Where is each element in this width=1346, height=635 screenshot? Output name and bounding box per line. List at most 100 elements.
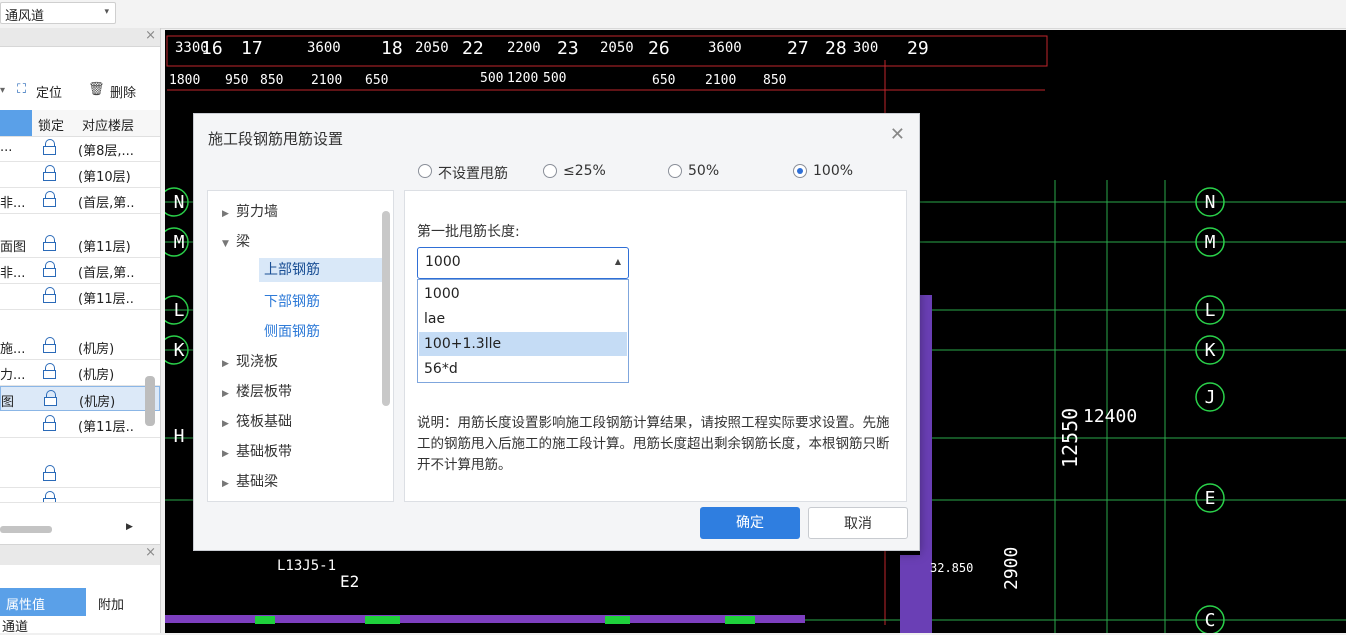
top-toolbar: 通风道 ▾ bbox=[0, 0, 1346, 29]
table-row[interactable]: 施... (机房) bbox=[0, 334, 160, 360]
lock-icon[interactable] bbox=[42, 234, 58, 252]
chevron-down-icon[interactable]: ▾ bbox=[0, 85, 5, 96]
radio-dot[interactable] bbox=[418, 164, 432, 178]
axis-label: 16 bbox=[201, 38, 223, 59]
lock-icon[interactable] bbox=[42, 490, 58, 502]
axis-label: E bbox=[1205, 488, 1216, 509]
locate-icon[interactable]: ⛶ bbox=[17, 82, 26, 97]
tree-item-top-rebar[interactable]: 上部钢筋 bbox=[259, 258, 382, 282]
property-extra-header: 附加 bbox=[98, 598, 125, 613]
dim-3600b: 3600 bbox=[708, 40, 742, 56]
axis-label: M bbox=[174, 232, 185, 253]
tree-node-floor-strip[interactable]: ▶ 楼层板带 bbox=[222, 381, 292, 401]
axis-label: 26 bbox=[648, 38, 670, 59]
axis-label: 27 bbox=[787, 38, 809, 59]
table-row[interactable]: 面图 (第11层) bbox=[0, 232, 160, 258]
axis-label: C bbox=[1205, 610, 1216, 631]
tree-scrollbar[interactable] bbox=[382, 211, 390, 406]
property-value[interactable]: 通道 bbox=[2, 616, 28, 635]
dropdown-option[interactable]: lae bbox=[419, 307, 627, 331]
axis-label: 22 bbox=[462, 38, 484, 59]
lock-icon[interactable] bbox=[42, 414, 58, 432]
beam-tag: E2 bbox=[340, 572, 359, 591]
lock-icon[interactable] bbox=[42, 138, 58, 156]
table-row[interactable]: ... (第8层,... bbox=[0, 136, 160, 162]
caret-right-icon[interactable]: ▶ bbox=[222, 359, 236, 369]
description-note: 说明：用筋长度设置影响施工段钢筋计算结果，请按照工程实际要求设置。先施工的钢筋甩… bbox=[417, 415, 890, 473]
lock-icon[interactable] bbox=[42, 336, 58, 354]
caret-right-icon[interactable]: ▶ bbox=[222, 389, 236, 399]
layer-combobox-value: 通风道 bbox=[5, 9, 45, 24]
lock-icon[interactable] bbox=[42, 362, 58, 380]
table-row[interactable] bbox=[0, 488, 160, 503]
cancel-button[interactable]: 取消 bbox=[808, 507, 908, 539]
settings-panel: 第一批甩筋长度: 1000 ▲ 1000 lae 100+1.3lle 56*d… bbox=[404, 190, 907, 502]
length-dropdown-list: 1000 lae 100+1.3lle 56*d bbox=[417, 279, 629, 383]
trash-icon[interactable]: 🗑 bbox=[88, 82, 105, 97]
vertical-scrollbar[interactable] bbox=[145, 376, 155, 426]
layer-combobox[interactable]: 通风道 ▾ bbox=[0, 2, 116, 24]
lock-icon[interactable] bbox=[42, 286, 58, 304]
caret-right-icon[interactable]: ▶ bbox=[222, 479, 236, 489]
close-icon[interactable]: ✕ bbox=[890, 124, 905, 145]
tree-item-bottom-rebar[interactable]: 下部钢筋 bbox=[264, 291, 320, 311]
axis-label: 23 bbox=[557, 38, 579, 59]
table-row[interactable]: (第10层) bbox=[0, 162, 160, 188]
dim: 650 bbox=[652, 73, 675, 88]
tree-node-foundation-strip[interactable]: ▶ 基础板带 bbox=[222, 441, 292, 461]
axis-label: 29 bbox=[907, 38, 929, 59]
dim: 2100 bbox=[311, 73, 342, 88]
locate-button[interactable]: 定位 bbox=[36, 82, 62, 101]
confirm-button[interactable]: 确定 bbox=[700, 507, 800, 539]
axis-label: L bbox=[174, 300, 185, 321]
dim: 850 bbox=[260, 73, 283, 88]
lock-icon[interactable] bbox=[42, 164, 58, 182]
dim-2050b: 2050 bbox=[600, 40, 634, 56]
tree-node-raft-foundation[interactable]: ▶ 筏板基础 bbox=[222, 411, 292, 431]
caret-right-icon[interactable]: ▶ bbox=[222, 449, 236, 459]
drawing-list-panel: × ▾ ⛶ 定位 🗑 删除 锁定 对应楼层 ... (第8层,... (第10层)… bbox=[0, 28, 161, 635]
lock-icon[interactable] bbox=[42, 190, 58, 208]
axis-label: N bbox=[174, 192, 185, 213]
caret-right-icon[interactable]: ▶ bbox=[222, 209, 236, 219]
length-select[interactable]: 1000 ▲ bbox=[417, 247, 629, 279]
dropdown-option-highlighted[interactable]: 100+1.3lle bbox=[419, 332, 627, 356]
close-icon[interactable]: × bbox=[145, 28, 156, 43]
axis-label: N bbox=[1205, 192, 1216, 213]
tree-item-side-rebar[interactable]: 侧面钢筋 bbox=[264, 321, 320, 341]
dropdown-option[interactable]: 1000 bbox=[419, 282, 627, 306]
tree-node-foundation-beam[interactable]: ▶ 基础梁 bbox=[222, 471, 278, 491]
top-dimensions: 3300 3600 2050 2200 2050 3600 300 bbox=[175, 40, 878, 56]
radio-dot-selected[interactable] bbox=[793, 164, 807, 178]
table-row[interactable] bbox=[0, 462, 160, 488]
radio-dot[interactable] bbox=[543, 164, 557, 178]
caret-right-icon[interactable]: ▶ bbox=[222, 419, 236, 429]
lock-icon[interactable] bbox=[42, 260, 58, 278]
tree-node-cast-slab[interactable]: ▶ 现浇板 bbox=[222, 351, 278, 371]
table-row[interactable]: 力... (机房) bbox=[0, 360, 160, 386]
dim: 950 bbox=[225, 73, 248, 88]
axis-label: H bbox=[174, 426, 185, 447]
chevron-right-icon[interactable]: ▶ bbox=[126, 522, 133, 532]
axis-label: J bbox=[1205, 387, 1216, 408]
lock-icon[interactable] bbox=[43, 389, 59, 407]
table-row[interactable]: 非... (首层,第.. bbox=[0, 258, 160, 284]
table-header: 锁定 对应楼层 bbox=[0, 110, 160, 137]
dropdown-option[interactable]: 56*d bbox=[419, 357, 627, 381]
component-tree: ▶ 剪力墙 ▼ 梁 上部钢筋 下部钢筋 侧面钢筋 ▶ 现浇板 ▶ 楼层板带 ▶ 筏板基础 … bbox=[207, 190, 394, 502]
lock-icon[interactable] bbox=[42, 464, 58, 482]
dim-300: 300 bbox=[853, 40, 878, 56]
close-icon[interactable]: × bbox=[145, 545, 156, 560]
axis-label: M bbox=[1205, 232, 1216, 253]
delete-button[interactable]: 删除 bbox=[110, 82, 136, 101]
table-row[interactable]: (第11层.. bbox=[0, 284, 160, 310]
table-row-selected[interactable]: 图 (机房) bbox=[0, 386, 160, 411]
radio-dot[interactable] bbox=[668, 164, 682, 178]
horizontal-scrollbar[interactable] bbox=[0, 526, 52, 533]
tree-node-shear-wall[interactable]: ▶ 剪力墙 bbox=[222, 201, 278, 221]
table-row[interactable]: 非... (首层,第.. bbox=[0, 188, 160, 214]
table-row[interactable]: (第11层.. bbox=[0, 412, 160, 438]
panel-header: × bbox=[0, 28, 160, 47]
tree-node-beam[interactable]: ▼ 梁 bbox=[222, 231, 250, 251]
caret-down-icon[interactable]: ▼ bbox=[222, 239, 236, 249]
